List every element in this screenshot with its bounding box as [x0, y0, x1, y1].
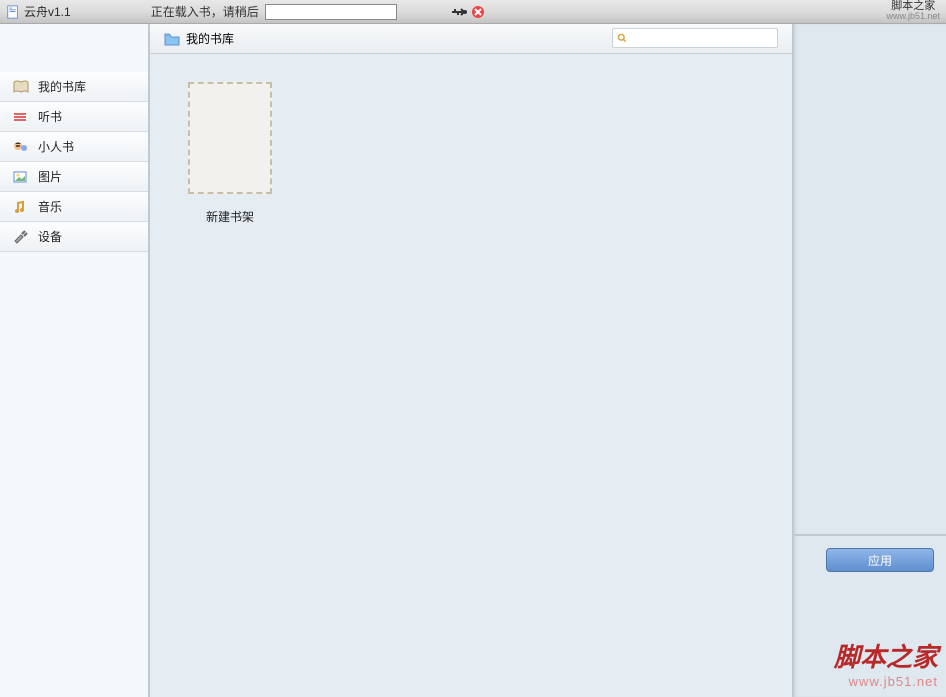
watermark-url-bottom: www.jb51.net — [834, 674, 938, 689]
right-panel: 应用 — [792, 24, 946, 697]
audio-icon — [12, 109, 30, 125]
new-shelf-item[interactable]: 新建书架 — [170, 82, 290, 225]
content-body: 新建书架 — [150, 54, 792, 697]
sidebar-item-label: 我的书库 — [38, 78, 86, 95]
sidebar-item-music[interactable]: 音乐 — [0, 192, 148, 222]
content-header: 我的书库 — [150, 24, 792, 54]
sidebar-item-audiobook[interactable]: 听书 — [0, 102, 148, 132]
watermark-bottom: 脚本之家 www.jb51.net — [834, 637, 938, 689]
sidebar-item-device[interactable]: 设备 — [0, 222, 148, 252]
panel-divider — [794, 534, 946, 536]
titlebar: 云舟v1.1 正在载入书，请稍后 脚本之家 www.jb51.net — [0, 0, 946, 24]
search-icon — [617, 31, 627, 45]
sidebar-item-comic[interactable]: 小人书 — [0, 132, 148, 162]
app-icon — [6, 5, 20, 19]
close-icon[interactable] — [471, 5, 485, 19]
progress-bar — [265, 4, 397, 20]
usb-icon — [451, 5, 469, 19]
watermark-url: www.jb51.net — [886, 12, 940, 22]
book-icon — [12, 79, 30, 95]
sidebar-item-image[interactable]: 图片 — [0, 162, 148, 192]
search-box[interactable] — [612, 28, 778, 48]
loading-area: 正在载入书，请稍后 — [151, 3, 397, 20]
shelf-label: 新建书架 — [170, 208, 290, 225]
app-title: 云舟v1.1 — [24, 3, 71, 20]
folder-icon — [164, 32, 180, 46]
sidebar-item-label: 音乐 — [38, 198, 62, 215]
watermark-brand: 脚本之家 — [834, 637, 938, 674]
apply-button-label: 应用 — [868, 552, 892, 569]
music-icon — [12, 199, 30, 215]
apply-button[interactable]: 应用 — [826, 548, 934, 572]
image-icon — [12, 169, 30, 185]
shelf-thumbnail — [188, 82, 272, 194]
sidebar-item-label: 听书 — [38, 108, 62, 125]
comic-icon — [12, 139, 30, 155]
main-area: 我的书库 听书 小人书 图片 音乐 设备 我的书库 — [0, 24, 946, 697]
sidebar-item-library[interactable]: 我的书库 — [0, 72, 148, 102]
content-header-title: 我的书库 — [186, 30, 234, 47]
titlebar-icons — [451, 5, 485, 19]
sidebar-item-label: 设备 — [38, 228, 62, 245]
content-area: 我的书库 新建书架 — [150, 24, 792, 697]
search-input[interactable] — [631, 32, 773, 44]
sidebar: 我的书库 听书 小人书 图片 音乐 设备 — [0, 24, 150, 697]
sidebar-item-label: 小人书 — [38, 138, 74, 155]
sidebar-item-label: 图片 — [38, 168, 62, 185]
watermark-top: 脚本之家 www.jb51.net — [886, 0, 940, 22]
loading-text: 正在载入书，请稍后 — [151, 3, 259, 20]
device-icon — [12, 229, 30, 245]
